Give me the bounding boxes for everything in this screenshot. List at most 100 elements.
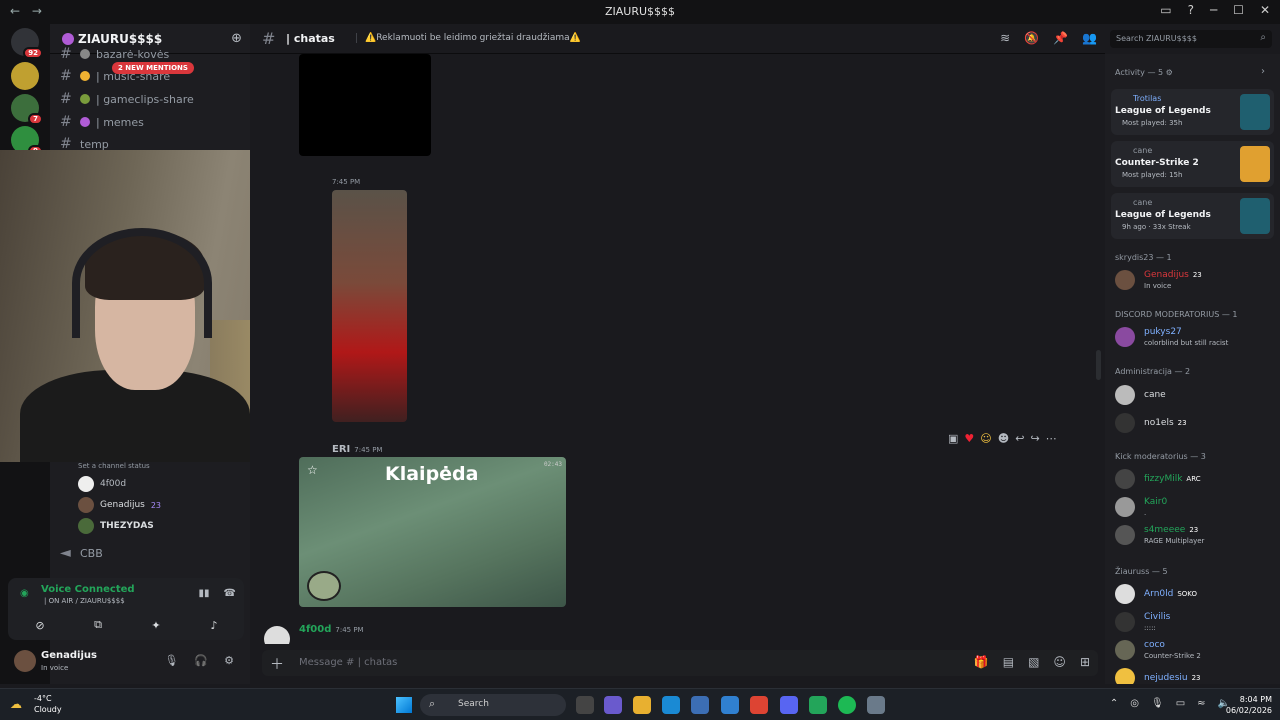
inbox-icon[interactable]: ▭ [1160,3,1171,17]
notifications-icon[interactable]: 🔕 [1024,31,1039,45]
display-icon[interactable]: ▭ [1176,698,1185,709]
new-mentions-pill[interactable]: 2 NEW MENTIONS [112,62,194,74]
emoji-icon[interactable]: ☺ [1053,655,1066,669]
app-icon[interactable] [809,696,827,714]
noise-icon[interactable]: ▮▮ [199,588,210,599]
wifi-icon[interactable]: ≈ [1197,698,1205,709]
apps-icon[interactable]: ⊞ [1080,655,1090,669]
clock[interactable]: 8:04 PM 06/02/2026 [1226,694,1272,716]
task-view-icon[interactable] [576,696,594,714]
image-attachment[interactable] [332,190,407,422]
minimize-button[interactable]: ─ [1210,3,1217,17]
laugh-reaction-icon[interactable]: ☺ [980,432,991,445]
more-icon[interactable]: ⋯ [1046,432,1057,445]
settings-icon[interactable]: ⚙ [224,654,234,667]
scrollbar[interactable] [1096,350,1101,380]
help-icon[interactable]: ? [1188,3,1194,17]
reaction-button[interactable]: ▣ [948,432,958,445]
voice-channel-item[interactable]: ◄ CBB [60,543,103,563]
heart-reaction-icon[interactable]: ♥ [964,432,974,445]
chrome-icon[interactable] [750,696,768,714]
search-icon: ⌕ [429,697,436,710]
disconnect-icon[interactable]: ☎ [224,588,236,599]
location-icon[interactable]: ◎ [1130,698,1139,709]
system-tray: ⌃ ◎ 🎙 ▭ ≈ 🔈 [1110,698,1230,709]
member-item[interactable]: nejudesiu 23 [1115,666,1275,684]
discord-icon[interactable] [780,696,798,714]
members-icon[interactable]: 👥 [1082,31,1097,45]
add-reaction-icon[interactable]: ☻ [998,432,1009,445]
attach-icon[interactable]: ＋ [270,654,284,674]
edge-icon[interactable] [662,696,680,714]
channel-topic[interactable]: ⚠️Reklamuoti be leidimo griežtai draudži… [356,33,581,43]
pin-icon[interactable]: 📌 [1053,31,1068,45]
activity-header[interactable]: Activity — 5 ⚙ [1115,68,1173,77]
copilot-icon[interactable] [604,696,622,714]
chevron-up-icon[interactable]: ⌃ [1110,698,1118,709]
outlook-icon[interactable] [721,696,739,714]
server-icon[interactable]: 7 [11,94,43,125]
headphones-icon[interactable]: 🎧 [194,654,208,667]
game-art [1240,94,1270,130]
user-status: In voice [41,664,69,672]
message-input[interactable]: ＋ Message # | chatas 🎁 ▤ ▧ ☺ ⊞ [262,650,1098,676]
activities-button[interactable]: ✦ [132,614,180,636]
reply-icon[interactable]: ↩ [1015,432,1024,445]
member-item[interactable]: Genadijus 23 In voice [1115,268,1275,292]
store-icon[interactable] [691,696,709,714]
mic-icon[interactable]: 🎙 [1151,698,1164,709]
video-attachment[interactable] [299,54,431,156]
signal-icon[interactable]: ◉ [20,588,29,599]
sticker-icon[interactable]: ▧ [1028,655,1039,669]
forward-icon[interactable]: ↪ [1030,432,1039,445]
maximize-button[interactable]: ☐ [1233,3,1244,17]
video-attachment[interactable]: ☆ Klaipėda 02:43 [299,457,566,607]
message-author: 4f00d [299,624,332,635]
member-item[interactable]: Arn0ld SOKO [1115,582,1275,606]
channel-item[interactable]: # | memes [60,112,144,132]
member-item[interactable]: no1els 23 [1115,411,1275,435]
title-bar: ← → ZIAURU$$$$ ▭ ? ─ ☐ ✕ [0,0,1280,24]
voice-user[interactable]: Genadijus 23 [78,497,161,513]
member-item[interactable]: Civilis::::: [1115,610,1275,634]
voice-location[interactable]: | ON AIR / ZIAURU$$$$ [44,597,125,605]
voice-user[interactable]: 4f00d [78,476,126,492]
screen-share-button[interactable]: ⧉ [74,614,122,636]
taskbar-search[interactable]: ⌕ Search [420,694,566,716]
channel-item[interactable]: # | gameclips-share [60,89,194,109]
member-item[interactable]: s4meeee 23 RAGE Multiplayer [1115,523,1275,547]
activity-card[interactable]: Trotilas League of Legends Most played: … [1111,89,1274,135]
soundboard-button[interactable]: ♪ [190,614,238,636]
activity-card[interactable]: cane League of Legends 9h ago · 33x Stre… [1111,193,1274,239]
chevron-right-icon[interactable]: › [1261,66,1265,77]
file-explorer-icon[interactable] [633,696,651,714]
member-item[interactable]: pukys27 colorblind but still racist [1115,325,1275,349]
member-item[interactable]: fizzyMilk ARC [1115,467,1275,491]
role-header: DISCORD MODERATORIUS — 1 [1115,310,1238,319]
weather-widget[interactable]: ☁ -4°C Cloudy [10,694,62,714]
gif-icon[interactable]: ▤ [1003,655,1014,669]
camera-off-button[interactable]: ⊘ [16,614,64,636]
star-icon[interactable]: ☆ [307,463,318,477]
settings-icon[interactable] [867,696,885,714]
avatar[interactable] [14,650,36,672]
spotify-icon[interactable] [838,696,856,714]
gift-icon[interactable]: 🎁 [974,655,989,669]
search-input[interactable]: Search ZIAURU$$$$ ⌕ [1110,30,1272,48]
home-button[interactable]: 92 [11,28,43,59]
member-item[interactable]: cane [1115,383,1275,407]
voice-user[interactable]: THEZYDAS [78,518,154,534]
start-button[interactable] [396,697,412,713]
member-item[interactable]: Kair0. [1115,495,1275,519]
server-icon[interactable] [11,62,39,90]
avatar[interactable] [264,626,290,644]
channel-item[interactable]: # bazarė-kovės [60,44,169,64]
activity-card[interactable]: cane Counter-Strike 2 Most played: 15h [1111,141,1274,187]
member-item[interactable]: coco Counter-Strike 2 [1115,638,1275,662]
threads-icon[interactable]: ≋ [1000,31,1010,45]
voice-status[interactable]: Voice Connected [41,584,135,595]
add-member-icon[interactable]: ⊕ [231,31,242,46]
username[interactable]: Genadijus [41,650,97,661]
close-button[interactable]: ✕ [1260,3,1270,17]
mic-icon[interactable]: 🎙 [164,654,178,667]
